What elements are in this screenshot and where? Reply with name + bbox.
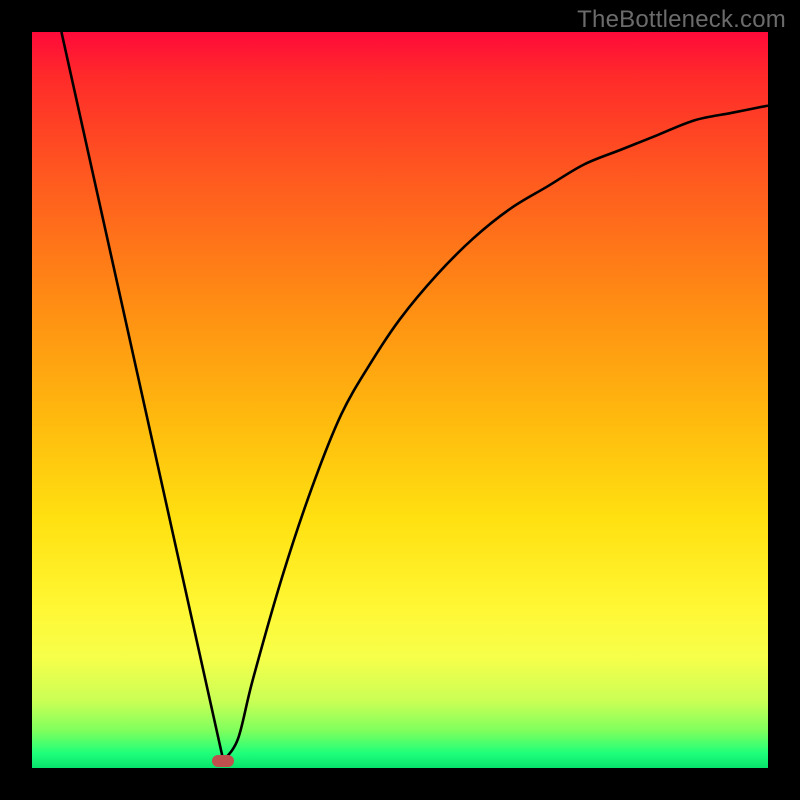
watermark-text: TheBottleneck.com [577,6,786,34]
bottleneck-curve [32,32,768,768]
minimum-marker [212,755,234,767]
chart-frame: TheBottleneck.com [0,0,800,800]
plot-area [32,32,768,768]
curve-path [61,32,768,761]
